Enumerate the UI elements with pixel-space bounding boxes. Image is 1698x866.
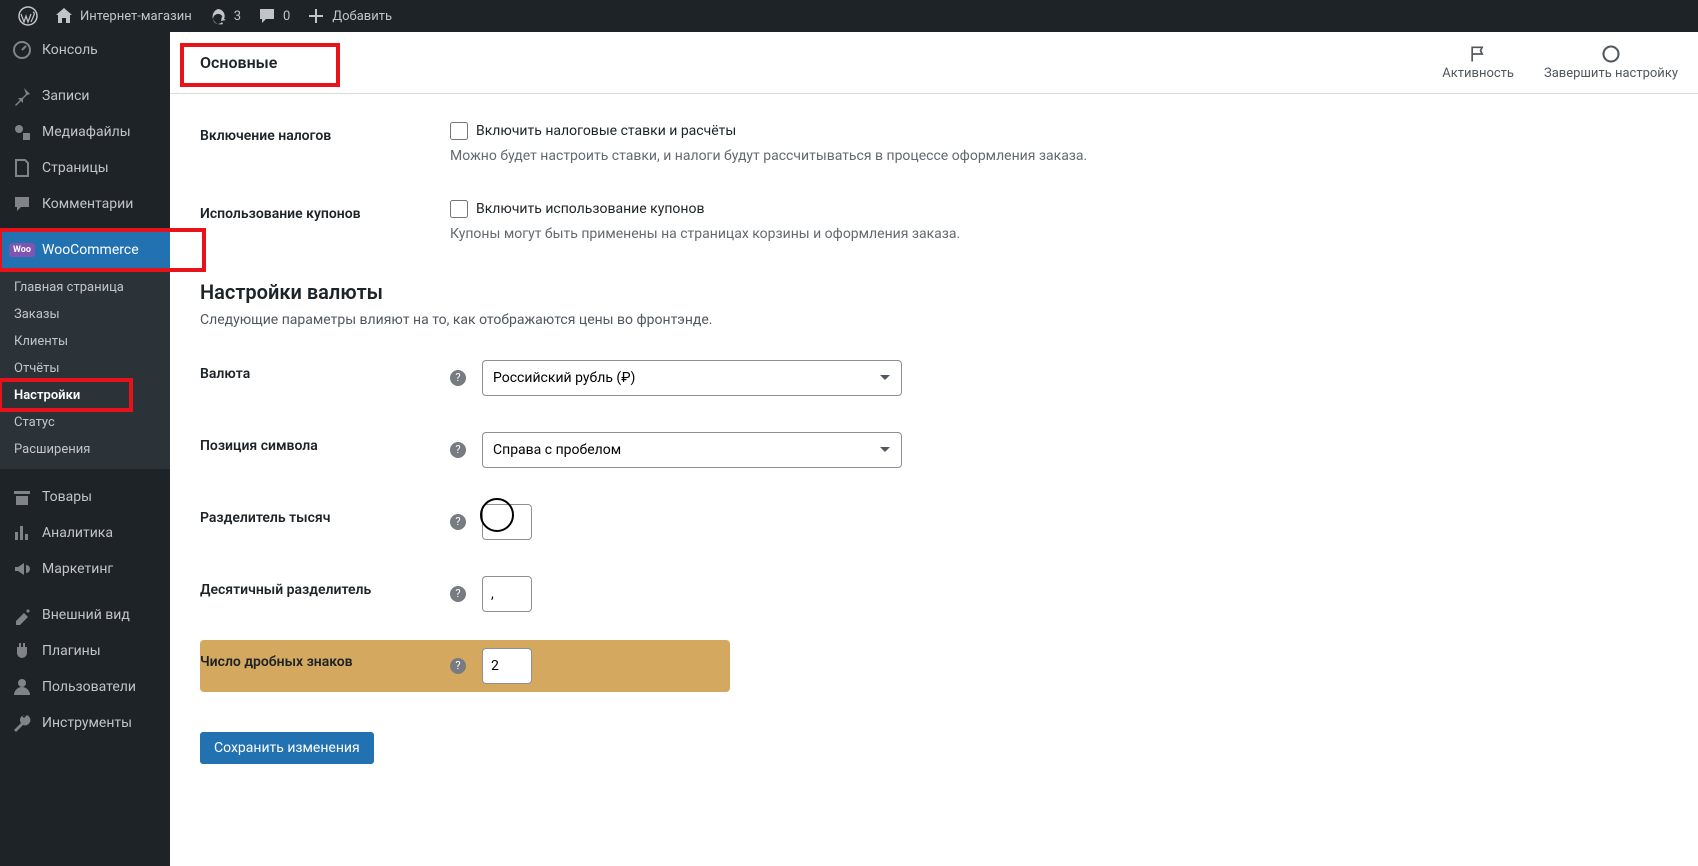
menu-marketing[interactable]: Маркетинг — [0, 551, 170, 587]
analytics-icon — [12, 523, 32, 543]
comment-icon — [12, 194, 32, 214]
tools-icon — [12, 713, 32, 733]
currency-section-desc: Следующие параметры влияют на то, как от… — [200, 312, 1668, 328]
taxes-description: Можно будет настроить ставки, и налоги б… — [450, 148, 1668, 164]
taxes-checkbox[interactable] — [450, 122, 468, 140]
tab-general[interactable]: Основные — [190, 35, 287, 90]
submenu-status[interactable]: Статус — [0, 409, 170, 436]
menu-appearance[interactable]: Внешний вид — [0, 597, 170, 633]
add-new-link[interactable]: Добавить — [298, 0, 400, 32]
currency-label: Валюта — [200, 366, 250, 382]
decimals-label: Число дробных знаков — [200, 654, 353, 670]
taxes-label: Включение налогов — [200, 122, 450, 144]
help-icon[interactable]: ? — [450, 514, 466, 530]
row-position: Позиция символа ? Справа с пробелом — [200, 424, 1668, 476]
coupons-description: Купоны могут быть применены на страницах… — [450, 226, 1668, 242]
woo-icon: Woo — [12, 240, 32, 260]
submenu-home[interactable]: Главная страница — [0, 274, 170, 301]
users-icon — [12, 677, 32, 697]
decimal-sep-label: Десятичный разделитель — [200, 582, 371, 598]
decimal-sep-input[interactable] — [482, 576, 532, 612]
help-icon[interactable]: ? — [450, 658, 466, 674]
menu-tools[interactable]: Инструменты — [0, 705, 170, 741]
updates-count: 3 — [234, 9, 241, 24]
position-select[interactable]: Справа с пробелом — [482, 432, 902, 468]
comments-link[interactable]: 0 — [249, 0, 298, 32]
products-icon — [12, 487, 32, 507]
main-content: Основные Активность Завершить настройку … — [170, 32, 1698, 866]
comments-count: 0 — [283, 9, 290, 24]
currency-select[interactable]: Российский рубль (₽) — [482, 360, 902, 396]
woo-submenu: Главная страница Заказы Клиенты Отчёты Н… — [0, 268, 170, 469]
pin-icon — [12, 86, 32, 106]
row-currency: Валюта ? Российский рубль (₽) — [200, 352, 1668, 404]
wp-logo[interactable] — [10, 0, 46, 32]
menu-products[interactable]: Товары — [0, 479, 170, 515]
updates-link[interactable]: 3 — [200, 0, 249, 32]
help-icon[interactable]: ? — [450, 586, 466, 602]
row-thousand-sep: Разделитель тысяч ? — [200, 496, 1668, 548]
admin-topbar: Интернет-магазин 3 0 Добавить — [0, 0, 1698, 32]
thousand-sep-label: Разделитель тысяч — [200, 510, 330, 526]
menu-media[interactable]: Медиафайлы — [0, 114, 170, 150]
position-label: Позиция символа — [200, 438, 318, 454]
submenu-reports[interactable]: Отчёты — [0, 355, 170, 382]
flag-icon — [1468, 44, 1488, 64]
menu-analytics[interactable]: Аналитика — [0, 515, 170, 551]
menu-woocommerce[interactable]: WooWooCommerce — [0, 232, 170, 268]
thousand-sep-input[interactable] — [482, 504, 532, 540]
taxes-checkbox-wrap[interactable]: Включить налоговые ставки и расчёты — [450, 122, 1668, 140]
pages-icon — [12, 158, 32, 178]
decimals-input[interactable] — [482, 648, 532, 684]
dashboard-icon — [12, 40, 32, 60]
coupons-checkbox[interactable] — [450, 200, 468, 218]
finish-setup-button[interactable]: Завершить настройку — [1544, 44, 1678, 81]
circle-icon — [1601, 44, 1621, 64]
menu-console[interactable]: Консоль — [0, 32, 170, 68]
coupons-label: Использование купонов — [200, 200, 450, 222]
site-name: Интернет-магазин — [80, 9, 192, 24]
submenu-orders[interactable]: Заказы — [0, 301, 170, 328]
currency-section-title: Настройки валюты — [200, 280, 1668, 304]
media-icon — [12, 122, 32, 142]
help-icon[interactable]: ? — [450, 370, 466, 386]
plugins-icon — [12, 641, 32, 661]
menu-posts[interactable]: Записи — [0, 78, 170, 114]
tab-bar: Основные Активность Завершить настройку — [170, 32, 1698, 94]
add-new-label: Добавить — [332, 9, 392, 24]
admin-sidebar: Консоль Записи Медиафайлы Страницы Комме… — [0, 32, 170, 866]
appearance-icon — [12, 605, 32, 625]
submenu-settings[interactable]: Настройки — [0, 382, 170, 409]
site-name-link[interactable]: Интернет-магазин — [46, 0, 200, 32]
row-decimal-sep: Десятичный разделитель ? — [200, 568, 1668, 620]
submenu-customers[interactable]: Клиенты — [0, 328, 170, 355]
row-decimals: Число дробных знаков ? — [200, 640, 730, 692]
row-taxes: Включение налогов Включить налоговые ста… — [200, 114, 1668, 172]
coupons-checkbox-wrap[interactable]: Включить использование купонов — [450, 200, 1668, 218]
marketing-icon — [12, 559, 32, 579]
help-icon[interactable]: ? — [450, 442, 466, 458]
menu-users[interactable]: Пользователи — [0, 669, 170, 705]
submenu-extensions[interactable]: Расширения — [0, 436, 170, 463]
activity-button[interactable]: Активность — [1442, 44, 1514, 81]
menu-plugins[interactable]: Плагины — [0, 633, 170, 669]
save-button[interactable]: Сохранить изменения — [200, 732, 374, 764]
row-coupons: Использование купонов Включить использов… — [200, 192, 1668, 250]
menu-pages[interactable]: Страницы — [0, 150, 170, 186]
menu-comments[interactable]: Комментарии — [0, 186, 170, 222]
